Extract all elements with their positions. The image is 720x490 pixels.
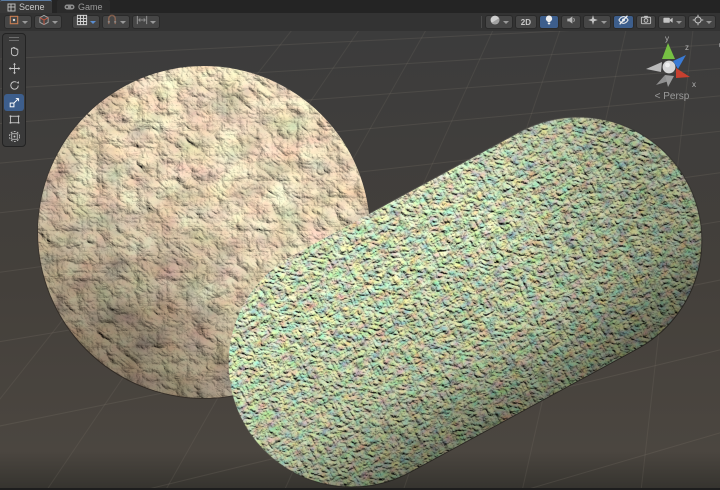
scene-viewport[interactable]: y z x < Persp xyxy=(0,31,720,488)
chevron-down-icon xyxy=(22,20,28,24)
grid-visibility-button[interactable] xyxy=(72,13,100,31)
chevron-down-icon xyxy=(90,20,96,24)
chevron-down-icon xyxy=(52,20,58,24)
orientation-gizmo: y z x < Persp xyxy=(632,33,720,109)
rotate-icon xyxy=(8,79,21,92)
grid-visibility-icon xyxy=(76,13,88,31)
snap-increment-icon xyxy=(136,13,148,31)
pivot-mode-button[interactable] xyxy=(4,15,32,29)
tab-game-label: Game xyxy=(78,1,103,12)
view-options-group: 2D xyxy=(484,13,716,31)
audio-button[interactable] xyxy=(561,15,581,29)
lighting-bulb-icon xyxy=(543,13,555,31)
rect-icon xyxy=(8,113,21,126)
toolbar-divider xyxy=(480,16,482,28)
chevron-down-icon xyxy=(706,20,712,24)
chevron-down-icon xyxy=(502,20,509,24)
tool-rotate-button[interactable] xyxy=(4,77,24,94)
snap-increment-button[interactable] xyxy=(132,15,160,29)
chevron-down-icon xyxy=(120,20,126,24)
snap-toggle-button[interactable] xyxy=(102,13,130,31)
scene-lighting-button[interactable] xyxy=(539,15,559,29)
scene-camera-icon xyxy=(662,13,674,31)
overlay-drag-handle[interactable] xyxy=(9,37,19,41)
grid-snap-group xyxy=(72,13,160,31)
tool-settings-group xyxy=(4,13,62,31)
camera-button[interactable] xyxy=(636,15,656,29)
tool-move-button[interactable] xyxy=(4,60,24,77)
gizmos-button[interactable] xyxy=(688,13,716,31)
scale-icon xyxy=(8,96,21,109)
tab-game[interactable]: Game xyxy=(57,0,110,13)
draw-mode-sphere-icon xyxy=(489,13,501,31)
toggle-2d-button[interactable]: 2D xyxy=(514,15,537,29)
scene-toolbar: 2D xyxy=(0,13,720,31)
gizmo-z-label: z xyxy=(685,43,689,52)
visibility-eye-slash-icon xyxy=(617,13,630,31)
effects-button[interactable] xyxy=(583,15,611,29)
snap-toggle-icon xyxy=(106,13,118,31)
chevron-down-icon xyxy=(601,20,607,24)
gizmo-y-label: y xyxy=(665,35,669,43)
tool-rect-button[interactable] xyxy=(4,111,24,128)
toggle-2d-label: 2D xyxy=(520,17,531,27)
orientation-mode-button[interactable] xyxy=(34,13,62,31)
perspective-toggle[interactable]: < Persp xyxy=(632,91,712,102)
tab-bar: Scene Game xyxy=(0,0,720,13)
camera-icon xyxy=(640,13,652,31)
tab-scene-label: Scene xyxy=(19,2,45,12)
scene-grid-icon xyxy=(7,3,16,12)
tab-scene[interactable]: Scene xyxy=(0,0,52,13)
scene-visibility-button[interactable] xyxy=(613,15,634,29)
pivot-icon xyxy=(8,13,20,31)
audio-speaker-icon xyxy=(565,13,577,31)
tool-transform-button[interactable] xyxy=(4,128,24,145)
tool-hand-button[interactable] xyxy=(4,43,24,60)
effects-sparkle-icon xyxy=(587,13,599,31)
cameras-overlay-button[interactable] xyxy=(658,15,686,29)
move-icon xyxy=(8,62,21,75)
transform-icon xyxy=(8,130,21,143)
axis-gizmo-graphic[interactable]: y z x xyxy=(638,35,702,91)
rotation-cube-icon xyxy=(38,13,50,31)
draw-mode-button[interactable] xyxy=(484,13,513,31)
gizmos-target-icon xyxy=(692,13,704,31)
tools-overlay xyxy=(2,33,26,147)
unity-scene-window: Scene Game 2D y z x < Persp xyxy=(0,0,720,490)
chevron-down-icon xyxy=(676,20,682,24)
chevron-down-icon xyxy=(150,20,156,24)
gizmo-x-label: x xyxy=(692,80,696,89)
gamepad-icon xyxy=(64,3,75,11)
tool-scale-button[interactable] xyxy=(4,94,24,111)
hand-icon xyxy=(8,45,21,58)
